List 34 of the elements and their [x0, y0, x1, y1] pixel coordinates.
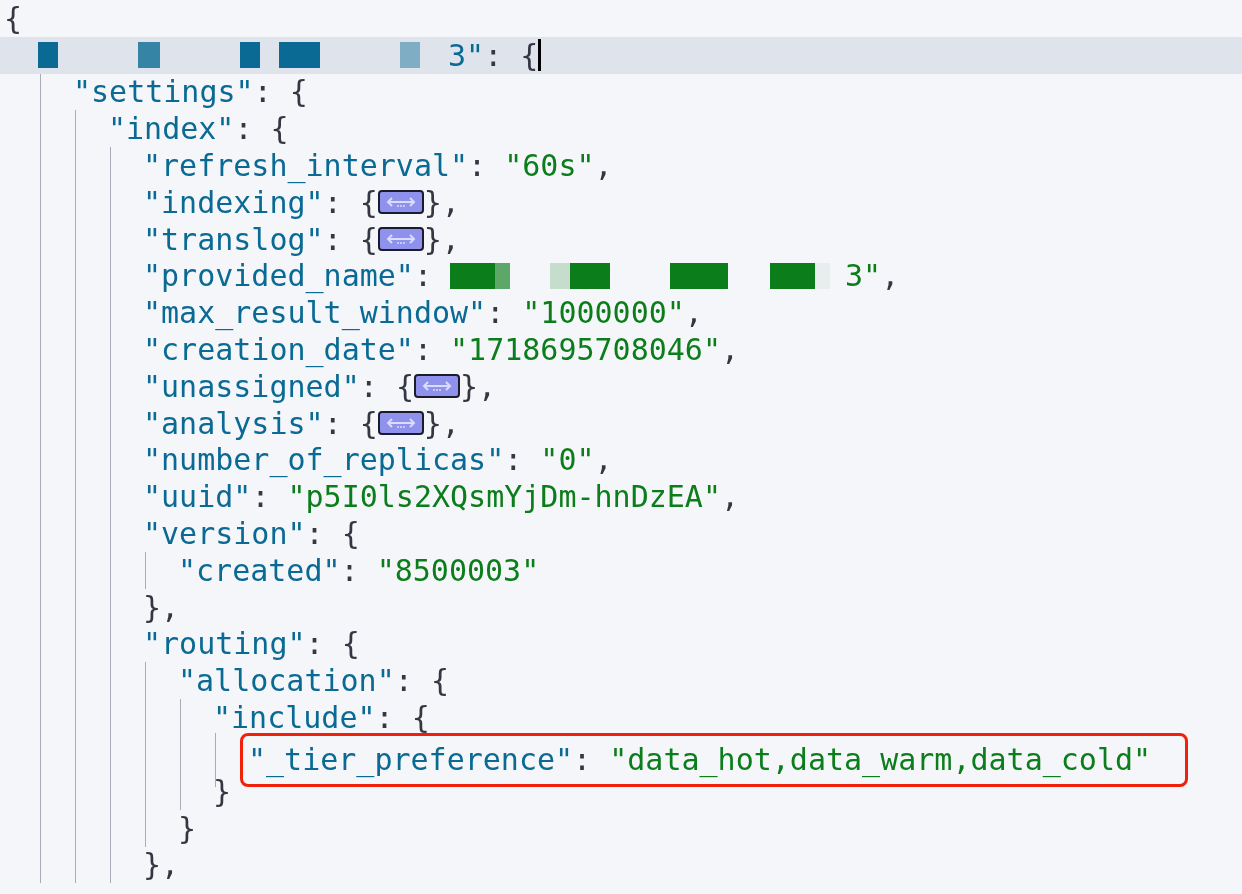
code-text: 3",: [845, 258, 900, 294]
code-text: "allocation": {: [178, 663, 449, 699]
code-text: "creation_date": "1718695708046",: [143, 332, 740, 368]
expand-icon[interactable]: [377, 227, 424, 252]
expand-icon[interactable]: [377, 411, 424, 436]
code-text: "translog": {: [143, 221, 378, 257]
code-text: },: [423, 184, 460, 220]
code-text: "number_of_replicas": "0",: [143, 442, 613, 478]
code-text: "version": {: [143, 516, 360, 552]
code-text: },: [423, 221, 460, 257]
code-text: 3": {: [448, 37, 539, 73]
code-text: "_tier_preference": "data_hot,data_warm,data_cold": [248, 742, 1152, 778]
code-text: }: [213, 773, 232, 809]
code-text: "settings": {: [73, 74, 308, 110]
code-text: "indexing": {: [143, 184, 378, 220]
code-text: "refresh_interval": "60s",: [143, 148, 613, 184]
code-text: "max_result_window": "1000000",: [143, 295, 703, 331]
code-text: },: [423, 405, 460, 441]
code-text: "unassigned": {: [143, 368, 414, 404]
code-text: }: [178, 810, 197, 846]
code-text: "created": "8500003": [178, 552, 540, 588]
code-text: },: [459, 368, 497, 404]
code-text: "provided_name":: [143, 258, 433, 294]
code-text: "routing": {: [143, 626, 360, 662]
code-text: "index": {: [108, 111, 289, 147]
code-text: {: [4, 0, 23, 36]
code-text: "analysis": {: [143, 405, 378, 441]
code-text: },: [143, 847, 180, 883]
code-text: "include": {: [213, 700, 430, 736]
text-cursor: [538, 39, 542, 72]
expand-icon[interactable]: [413, 374, 460, 399]
expand-icon[interactable]: [377, 190, 424, 215]
code-text: },: [143, 589, 180, 625]
code-text: "uuid": "p5I0ls2XQsmYjDm-hnDzEA",: [143, 479, 740, 515]
